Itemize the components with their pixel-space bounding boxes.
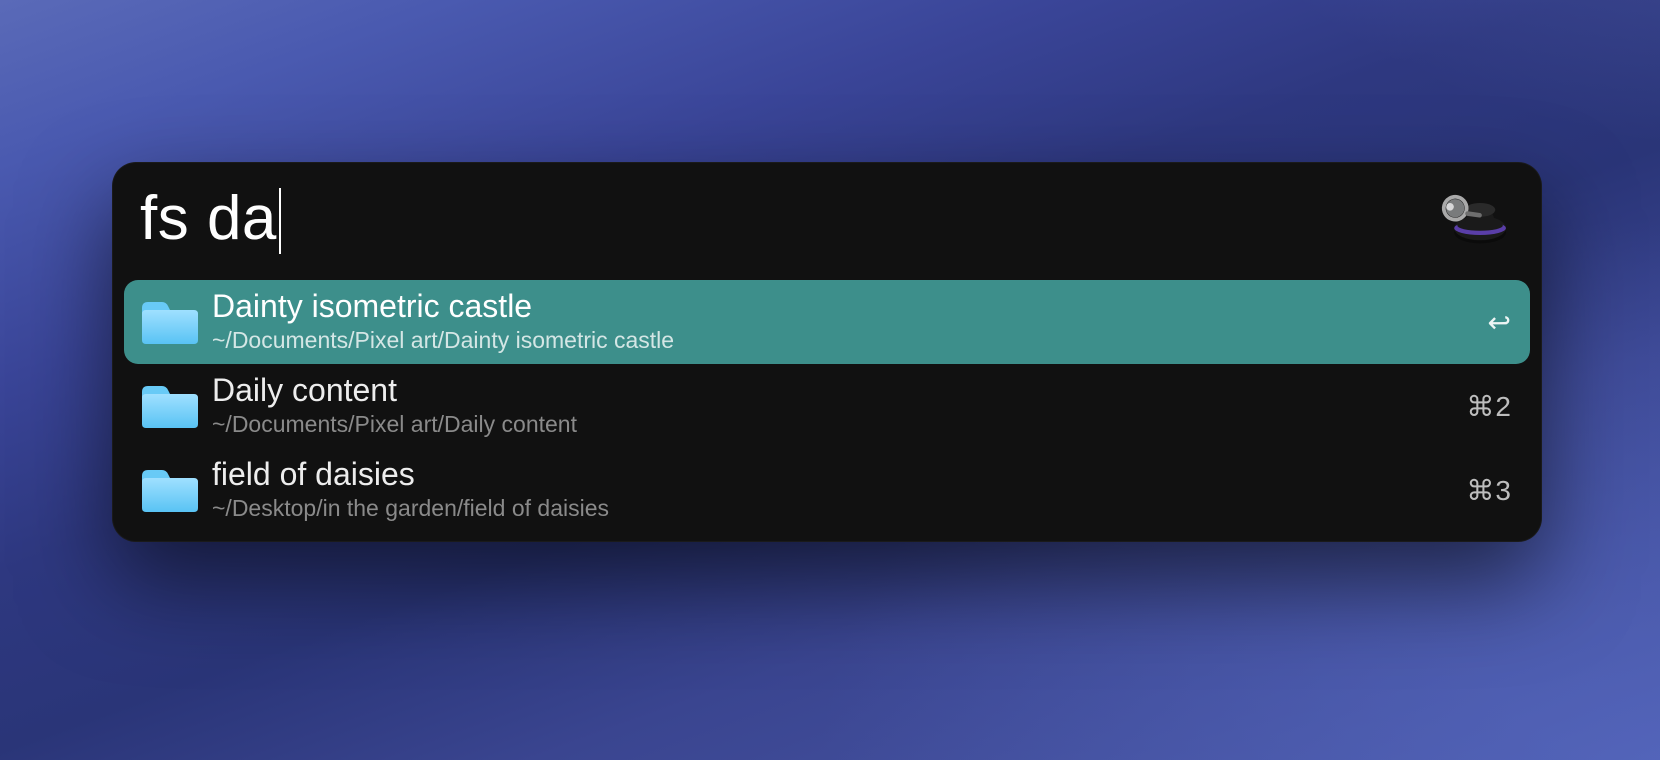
search-row: fs da (112, 162, 1542, 272)
search-query-text: fs da (140, 188, 277, 250)
text-caret (279, 188, 281, 254)
result-shortcut: ⌘2 (1466, 390, 1512, 423)
result-labels: field of daisies ~/Desktop/in the garden… (212, 457, 1466, 523)
search-input[interactable]: fs da (140, 174, 1412, 264)
result-item-1[interactable]: Daily content ~/Documents/Pixel art/Dail… (124, 364, 1530, 448)
result-shortcut: ⌘3 (1466, 474, 1512, 507)
return-icon: ↩ (1488, 306, 1512, 339)
result-title: Dainty isometric castle (212, 289, 1488, 324)
result-item-0[interactable]: Dainty isometric castle ~/Documents/Pixe… (124, 280, 1530, 364)
alfred-icon (1430, 179, 1518, 259)
launcher-panel: fs da (112, 162, 1542, 542)
result-title: field of daisies (212, 457, 1466, 492)
result-path: ~/Documents/Pixel art/Daily content (212, 410, 1466, 439)
folder-icon (138, 464, 212, 516)
result-path: ~/Desktop/in the garden/field of daisies (212, 494, 1466, 523)
result-labels: Dainty isometric castle ~/Documents/Pixe… (212, 289, 1488, 355)
results-list: Dainty isometric castle ~/Documents/Pixe… (112, 272, 1542, 532)
result-item-2[interactable]: field of daisies ~/Desktop/in the garden… (124, 448, 1530, 532)
folder-icon (138, 296, 212, 348)
result-title: Daily content (212, 373, 1466, 408)
result-shortcut: ↩ (1488, 306, 1512, 339)
folder-icon (138, 380, 212, 432)
result-path: ~/Documents/Pixel art/Dainty isometric c… (212, 326, 1488, 355)
result-labels: Daily content ~/Documents/Pixel art/Dail… (212, 373, 1466, 439)
